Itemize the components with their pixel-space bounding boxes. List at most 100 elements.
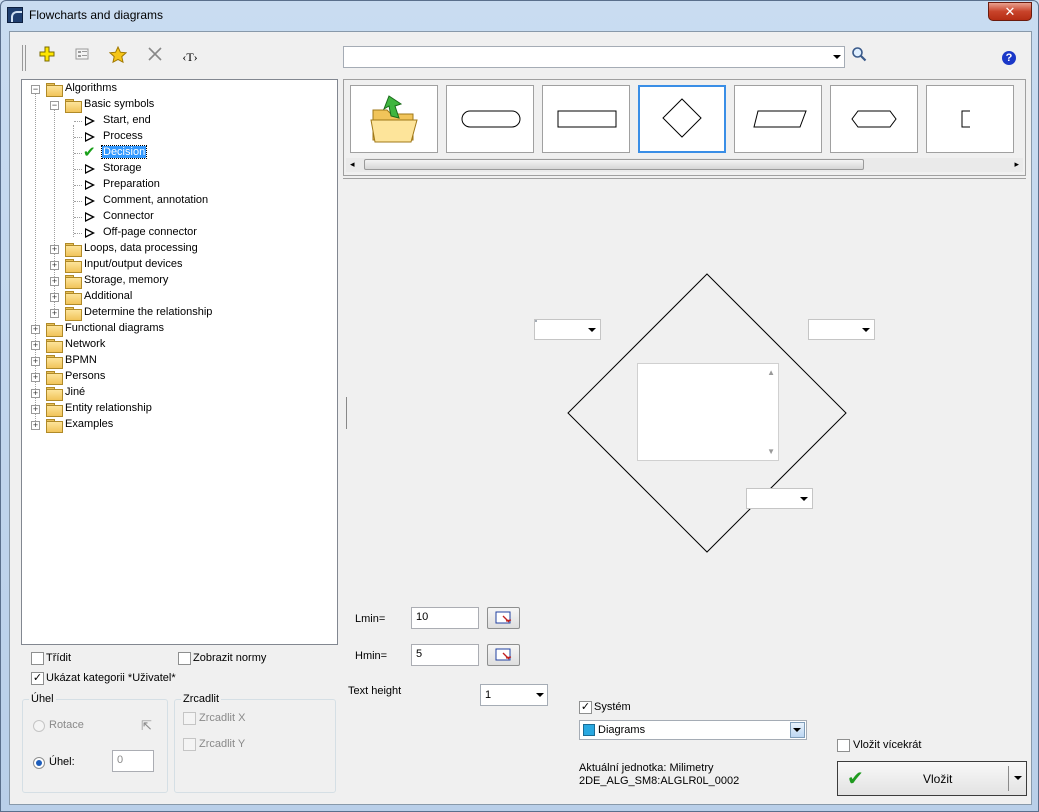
tree-node-entity-relationship[interactable]: + Entity relationship bbox=[31, 401, 231, 417]
left-output-combo[interactable] bbox=[534, 319, 601, 340]
collapse-icon[interactable]: − bbox=[50, 101, 59, 110]
tree-node-label: Basic symbols bbox=[84, 98, 155, 110]
tree-node-network[interactable]: + Network bbox=[31, 337, 231, 353]
search-icon[interactable] bbox=[848, 46, 870, 68]
add-icon[interactable] bbox=[36, 46, 58, 68]
text-style-button[interactable]: ‹T› bbox=[179, 46, 201, 68]
angle-input[interactable]: 0 bbox=[112, 750, 154, 772]
tree-node-label: BPMN bbox=[65, 354, 97, 366]
hmin-label: Hmin= bbox=[355, 650, 388, 662]
tree-node-label: Persons bbox=[65, 370, 106, 382]
expand-icon[interactable]: + bbox=[31, 389, 40, 398]
scroll-up-icon[interactable]: ▲ bbox=[767, 368, 775, 377]
tree-node-label: Entity relationship bbox=[65, 402, 152, 414]
layer-combo[interactable]: Diagrams bbox=[579, 720, 807, 740]
preparation-shape-thumbnail[interactable] bbox=[830, 85, 918, 153]
properties-icon[interactable] bbox=[71, 46, 93, 68]
tree-leaf-start-end[interactable]: Start, end bbox=[74, 113, 274, 129]
collapse-icon[interactable]: − bbox=[31, 85, 40, 94]
layer-color-swatch bbox=[583, 724, 595, 736]
expand-icon[interactable]: + bbox=[31, 341, 40, 350]
tree-node-algorithms[interactable]: − Algorithms bbox=[31, 81, 231, 97]
folder-icon bbox=[65, 243, 82, 257]
tree-leaf-connector[interactable]: Connector bbox=[74, 209, 274, 225]
symbol-arrow-icon bbox=[84, 132, 96, 142]
folder-icon bbox=[46, 403, 63, 417]
tree-node-io-devices[interactable]: + Input/output devices bbox=[50, 257, 270, 273]
expand-icon[interactable]: + bbox=[31, 325, 40, 334]
expand-icon[interactable]: + bbox=[50, 277, 59, 286]
tree-node-storage-memory[interactable]: + Storage, memory bbox=[50, 273, 270, 289]
expand-icon[interactable]: + bbox=[31, 421, 40, 430]
show-norms-checkbox[interactable] bbox=[178, 652, 191, 665]
tree-node-relationship[interactable]: + Determine the relationship bbox=[50, 305, 290, 321]
mirror-group: Zrcadlit Zrcadlit X Zrcadlit Y bbox=[174, 693, 336, 793]
tree-node-basic-symbols[interactable]: − Basic symbols bbox=[50, 97, 250, 113]
pick-hmin-button[interactable] bbox=[487, 644, 520, 666]
splitter-handle[interactable] bbox=[346, 397, 347, 429]
mirror-y-checkbox[interactable] bbox=[183, 738, 196, 751]
tree-node-bpmn[interactable]: + BPMN bbox=[31, 353, 231, 369]
help-icon[interactable]: ? bbox=[1002, 51, 1016, 65]
tree-leaf-preparation[interactable]: Preparation bbox=[74, 177, 274, 193]
tree-node-label: Additional bbox=[84, 290, 133, 302]
tree-node-label-selected: Decision bbox=[100, 145, 148, 159]
expand-icon[interactable]: + bbox=[31, 405, 40, 414]
pick-lmin-button[interactable] bbox=[487, 607, 520, 629]
system-checkbox[interactable]: ✓ bbox=[579, 701, 592, 714]
decision-shape-thumbnail[interactable] bbox=[638, 85, 726, 153]
tree-node-jine[interactable]: + Jiné bbox=[31, 385, 231, 401]
tree-node-examples[interactable]: + Examples bbox=[31, 417, 231, 433]
gallery-scrollbar[interactable]: ◂ ▸ bbox=[346, 158, 1023, 172]
text-height-label: Text height bbox=[348, 685, 402, 697]
rotation-radio[interactable] bbox=[33, 720, 45, 732]
tree-node-persons[interactable]: + Persons bbox=[31, 369, 231, 385]
sort-checkbox[interactable] bbox=[31, 652, 44, 665]
insert-button[interactable]: ✔ Vložit bbox=[837, 761, 1027, 796]
tree-node-loops[interactable]: + Loops, data processing bbox=[50, 241, 270, 257]
tree-leaf-process[interactable]: Process bbox=[74, 129, 274, 145]
annotation-shape-thumbnail[interactable] bbox=[926, 85, 1014, 153]
scroll-right-icon[interactable]: ▸ bbox=[1014, 159, 1019, 170]
mirror-x-checkbox[interactable] bbox=[183, 712, 196, 725]
symbol-arrow-icon bbox=[84, 228, 96, 238]
scroll-down-icon[interactable]: ▼ bbox=[767, 447, 775, 456]
checkmark-icon: ✔ bbox=[847, 768, 864, 790]
shape-text-area[interactable]: ▲ ▼ bbox=[637, 363, 779, 461]
data-shape-thumbnail[interactable] bbox=[734, 85, 822, 153]
text-height-combo[interactable]: 1 bbox=[480, 684, 548, 706]
lmin-input[interactable]: 10 bbox=[411, 607, 479, 629]
expand-icon[interactable]: + bbox=[31, 357, 40, 366]
expand-icon[interactable]: + bbox=[50, 293, 59, 302]
open-folder-thumbnail[interactable] bbox=[350, 85, 438, 153]
chevron-down-icon bbox=[536, 693, 544, 697]
expand-icon[interactable]: + bbox=[50, 309, 59, 318]
process-shape-thumbnail[interactable] bbox=[542, 85, 630, 153]
tree-leaf-storage[interactable]: Storage bbox=[74, 161, 274, 177]
tree-node-functional-diagrams[interactable]: + Functional diagrams bbox=[31, 321, 231, 337]
show-category-checkbox[interactable]: ✓ bbox=[31, 672, 44, 685]
delete-icon[interactable] bbox=[144, 46, 166, 68]
expand-icon[interactable]: + bbox=[50, 261, 59, 270]
bottom-output-combo[interactable] bbox=[746, 488, 813, 509]
tree-leaf-comment[interactable]: Comment, annotation bbox=[74, 193, 274, 209]
tree-node-additional[interactable]: + Additional bbox=[50, 289, 270, 305]
toolbar-grip[interactable] bbox=[22, 45, 26, 71]
right-output-combo[interactable] bbox=[808, 319, 875, 340]
expand-icon[interactable]: + bbox=[50, 245, 59, 254]
hmin-input[interactable]: 5 bbox=[411, 644, 479, 666]
scroll-left-icon[interactable]: ◂ bbox=[350, 159, 355, 170]
terminator-shape-thumbnail[interactable] bbox=[446, 85, 534, 153]
tree-leaf-decision[interactable]: ✔ Decision bbox=[74, 145, 274, 161]
insert-multiple-checkbox[interactable] bbox=[837, 739, 850, 752]
tree-leaf-off-page-connector[interactable]: Off-page connector bbox=[74, 225, 274, 241]
chevron-down-icon[interactable] bbox=[1014, 776, 1022, 780]
angle-radio[interactable] bbox=[33, 757, 45, 769]
close-button[interactable]: ✕ bbox=[988, 2, 1032, 21]
search-combo[interactable] bbox=[343, 46, 845, 68]
scrollbar-thumb[interactable] bbox=[364, 159, 864, 170]
folder-icon bbox=[65, 275, 82, 289]
expand-icon[interactable]: + bbox=[31, 373, 40, 382]
favorite-star-icon[interactable] bbox=[107, 45, 129, 68]
category-tree[interactable]: − Algorithms − Basic symbols Start, end … bbox=[21, 79, 338, 645]
